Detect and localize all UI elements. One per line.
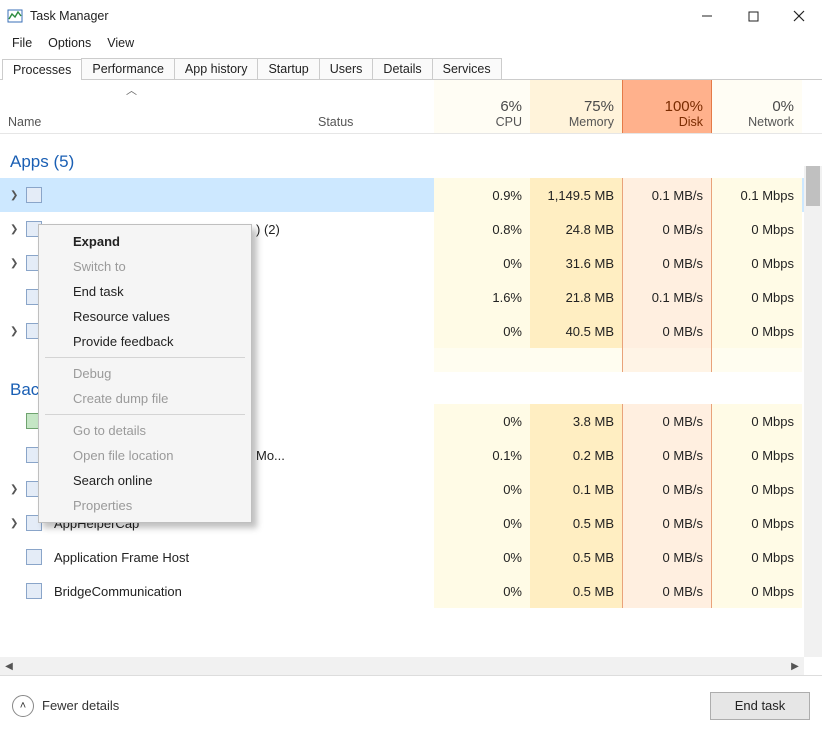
app-icon xyxy=(6,7,24,25)
scrollbar-vertical[interactable] xyxy=(804,166,822,657)
chevron-right-icon[interactable]: ❯ xyxy=(10,224,20,235)
menu-item-resource-values[interactable]: Resource values xyxy=(41,304,249,329)
menu-view[interactable]: View xyxy=(99,34,142,52)
scroll-left-icon[interactable]: ◀ xyxy=(0,657,18,675)
footer: ˄ Fewer details End task xyxy=(0,675,822,735)
column-network[interactable]: 0% Network xyxy=(712,80,802,133)
process-row[interactable]: ❯BridgeCommunication 0% 0.5 MB 0 MB/s 0 … xyxy=(0,574,804,608)
menu-bar: File Options View xyxy=(0,32,822,54)
process-name: BridgeCommunication xyxy=(54,584,182,599)
menu-item-debug: Debug xyxy=(41,361,249,386)
menu-options[interactable]: Options xyxy=(40,34,99,52)
tab-users[interactable]: Users xyxy=(319,58,374,79)
menu-item-provide-feedback[interactable]: Provide feedback xyxy=(41,329,249,354)
section-apps[interactable]: Apps (5) xyxy=(0,134,804,178)
process-row[interactable]: ❯Application Frame Host 0% 0.5 MB 0 MB/s… xyxy=(0,540,804,574)
menu-item-open-location: Open file location xyxy=(41,443,249,468)
menu-item-expand[interactable]: Expand xyxy=(41,229,249,254)
tab-processes[interactable]: Processes xyxy=(2,59,82,80)
tab-services[interactable]: Services xyxy=(432,58,502,79)
chevron-right-icon[interactable]: ❯ xyxy=(10,484,20,495)
separator xyxy=(45,414,245,415)
scroll-right-icon[interactable]: ▶ xyxy=(786,657,804,675)
column-disk[interactable]: 100% Disk xyxy=(622,80,712,133)
window-controls xyxy=(684,0,822,32)
window-title: Task Manager xyxy=(30,9,109,23)
process-name: Application Frame Host xyxy=(54,550,189,565)
column-name[interactable]: Name xyxy=(0,80,310,133)
menu-item-create-dump: Create dump file xyxy=(41,386,249,411)
separator xyxy=(45,357,245,358)
chevron-right-icon[interactable]: ❯ xyxy=(10,258,20,269)
menu-item-properties: Properties xyxy=(41,493,249,518)
chevron-up-icon: ˄ xyxy=(12,695,34,717)
chevron-right-icon[interactable]: ❯ xyxy=(10,326,20,337)
tab-performance[interactable]: Performance xyxy=(81,58,175,79)
scrollbar-thumb[interactable] xyxy=(806,166,820,206)
end-task-button[interactable]: End task xyxy=(710,692,810,720)
chevron-right-icon[interactable]: ❯ xyxy=(10,190,20,201)
tab-details[interactable]: Details xyxy=(372,58,432,79)
column-status[interactable]: Status xyxy=(310,80,434,133)
tab-bar: Processes Performance App history Startu… xyxy=(0,54,822,80)
menu-file[interactable]: File xyxy=(4,34,40,52)
menu-item-search-online[interactable]: Search online xyxy=(41,468,249,493)
maximize-button[interactable] xyxy=(730,0,776,32)
column-cpu[interactable]: 6% CPU xyxy=(434,80,530,133)
column-header: ︿ Name Status 6% CPU 75% Memory 100% Dis… xyxy=(0,80,822,134)
process-icon xyxy=(26,549,42,565)
process-icon xyxy=(26,187,42,203)
column-memory[interactable]: 75% Memory xyxy=(530,80,622,133)
menu-item-switch-to: Switch to xyxy=(41,254,249,279)
process-row[interactable]: ❯ 0.9% 1,149.5 MB 0.1 MB/s 0.1 Mbps xyxy=(0,178,804,212)
context-menu: Expand Switch to End task Resource value… xyxy=(38,224,252,523)
menu-item-go-to-details: Go to details xyxy=(41,418,249,443)
tab-startup[interactable]: Startup xyxy=(257,58,319,79)
close-button[interactable] xyxy=(776,0,822,32)
chevron-right-icon[interactable]: ❯ xyxy=(10,518,20,529)
menu-item-end-task[interactable]: End task xyxy=(41,279,249,304)
scrollbar-horizontal[interactable]: ◀ ▶ xyxy=(0,657,804,675)
process-icon xyxy=(26,583,42,599)
minimize-button[interactable] xyxy=(684,0,730,32)
tab-app-history[interactable]: App history xyxy=(174,58,259,79)
fewer-details-link[interactable]: ˄ Fewer details xyxy=(12,695,119,717)
